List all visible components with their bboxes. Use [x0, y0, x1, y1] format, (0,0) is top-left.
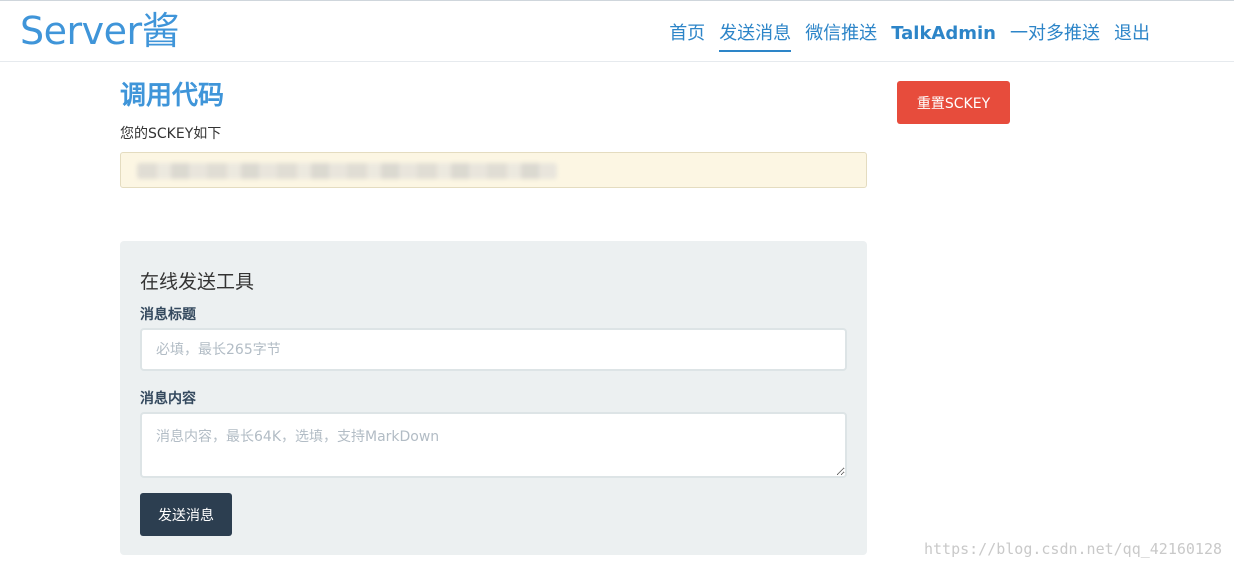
page: Server酱 首页 发送消息 微信推送 TalkAdmin 一对多推送 退出 … — [0, 0, 1234, 570]
message-title-input[interactable] — [140, 328, 847, 371]
message-content-textarea[interactable] — [140, 412, 847, 478]
nav-talkadmin[interactable]: TalkAdmin — [891, 21, 996, 52]
message-title-label: 消息标题 — [140, 307, 196, 323]
nav-home[interactable]: 首页 — [669, 21, 705, 52]
nav-logout[interactable]: 退出 — [1114, 21, 1150, 52]
watermark-text: https://blog.csdn.net/qq_42160128 — [923, 540, 1222, 558]
brand-logo-link[interactable]: Server酱 — [20, 9, 180, 53]
nav-one-to-many-push[interactable]: 一对多推送 — [1010, 21, 1100, 52]
online-send-tool-panel: 在线发送工具 消息标题 消息内容 发送消息 — [120, 241, 867, 555]
main-nav: 首页 发送消息 微信推送 TalkAdmin 一对多推送 退出 — [669, 21, 1150, 52]
send-message-button[interactable]: 发送消息 — [140, 493, 232, 536]
top-navbar: Server酱 首页 发送消息 微信推送 TalkAdmin 一对多推送 退出 — [0, 0, 1234, 62]
panel-title: 在线发送工具 — [140, 271, 255, 293]
sckey-display-box — [120, 152, 867, 188]
reset-sckey-button[interactable]: 重置SCKEY — [897, 81, 1010, 124]
nav-wechat-push[interactable]: 微信推送 — [805, 21, 877, 52]
page-title: 调用代码 — [120, 81, 225, 111]
nav-send-message[interactable]: 发送消息 — [719, 21, 792, 52]
message-content-label: 消息内容 — [140, 391, 196, 407]
sckey-caption: 您的SCKEY如下 — [120, 126, 222, 142]
sckey-redacted-value — [137, 163, 557, 179]
